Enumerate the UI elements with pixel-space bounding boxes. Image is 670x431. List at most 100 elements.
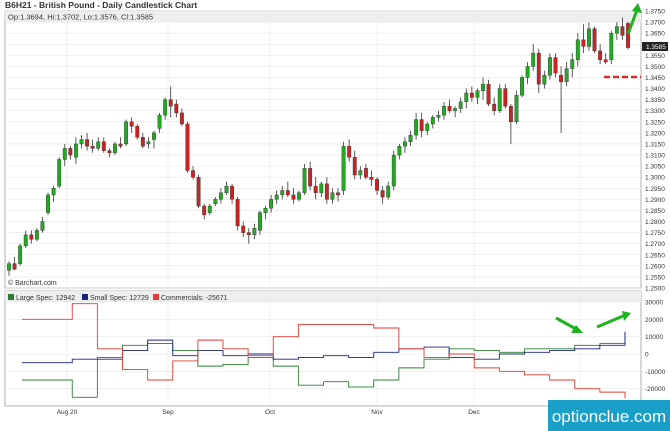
price-tick-label: 1.2900	[645, 197, 665, 204]
price-tick-label: 1.2700	[645, 241, 665, 248]
chart-root: 1.37501.37001.36501.36001.35501.35001.34…	[0, 0, 670, 431]
candle-body	[336, 192, 340, 196]
price-tick-label: 1.2550	[645, 274, 665, 281]
chart-title: B6H21 - British Pound - Daily Candlestic…	[5, 0, 197, 10]
candle-body	[18, 245, 23, 264]
candle-body	[575, 39, 580, 60]
price-tick-label: 1.3250	[645, 119, 665, 126]
ohlc-label: Op:1.3694, Hi:1.3702, Lo:1.3576, Cl:1.35…	[8, 13, 153, 22]
candle-body	[163, 99, 168, 116]
candle-body	[34, 230, 39, 240]
candle-body	[46, 194, 50, 213]
candle-body	[62, 148, 67, 160]
price-tick-label: 1.2750	[645, 230, 665, 237]
candle-body	[29, 234, 34, 240]
candle-body	[391, 154, 396, 187]
price-tick-label: 1.3700	[645, 20, 665, 27]
candle-body	[241, 225, 246, 233]
candle-body	[447, 106, 452, 111]
candle-body	[269, 199, 274, 209]
candle-body	[79, 139, 84, 145]
price-tick-label: 1.3400	[645, 86, 665, 93]
legend-swatch-small-spec	[82, 294, 88, 300]
price-tick-label: 1.3150	[645, 141, 665, 148]
candle-body	[492, 103, 497, 111]
candle-body	[486, 83, 491, 105]
candle-body	[85, 139, 90, 147]
candle	[520, 75, 524, 98]
chart-svg: 1.37501.37001.36501.36001.35501.35001.34…	[0, 0, 670, 431]
candle	[592, 26, 597, 54]
price-panel	[4, 10, 642, 289]
candle-body	[280, 190, 285, 196]
candle-body	[425, 123, 430, 131]
candle-body	[536, 52, 541, 85]
candle-body	[581, 39, 586, 47]
legend-swatch-commercials	[153, 294, 159, 300]
cot-tick-label: 30000	[645, 300, 663, 307]
candle-body	[481, 83, 485, 91]
price-tick-label: 1.3200	[645, 130, 665, 137]
candle-body	[124, 121, 129, 145]
candle	[302, 163, 307, 195]
candle-body	[185, 123, 190, 171]
candle-body	[403, 141, 407, 147]
candle-body	[497, 88, 502, 111]
candle-body	[358, 170, 363, 176]
candle-body	[40, 221, 45, 231]
cot-tick-label: -10000	[645, 369, 666, 376]
candle-body	[258, 212, 262, 231]
candle-body	[559, 75, 564, 83]
candle-body	[614, 26, 619, 34]
price-tick-label: 1.2800	[645, 219, 665, 226]
price-tick-label: 1.3350	[645, 97, 665, 104]
legend-large-spec: Large Spec: 12942	[16, 295, 75, 302]
candle-body	[525, 66, 530, 78]
candle-body	[592, 28, 597, 52]
x-tick-label: Oct	[265, 409, 275, 416]
candle-body	[230, 185, 234, 200]
candle-body	[12, 263, 17, 270]
candle-body	[397, 145, 402, 156]
legend-small-spec: Small Spec: 12729	[90, 295, 149, 302]
candle-body	[308, 168, 313, 187]
candle-body	[442, 106, 446, 116]
candle	[235, 197, 240, 231]
candle-body	[51, 188, 56, 196]
candle-body	[419, 119, 424, 131]
candle	[391, 150, 396, 191]
candle-body	[135, 126, 140, 138]
candle-body	[609, 32, 614, 60]
candle-body	[503, 88, 508, 107]
candle-body	[514, 95, 519, 122]
candle-body	[118, 143, 123, 147]
candle-body	[458, 101, 463, 109]
candle-body	[386, 185, 391, 198]
candle-body	[302, 168, 307, 193]
price-tick-label: 1.3750	[645, 9, 665, 16]
candle-body	[196, 176, 201, 207]
candle-body	[57, 159, 62, 187]
candle-body	[508, 106, 513, 123]
price-tick-label: 1.3300	[645, 108, 665, 115]
candle	[57, 157, 62, 189]
candle	[497, 84, 502, 113]
last-price-label: 1.3585	[646, 44, 666, 51]
x-tick-label: Sep	[162, 409, 174, 416]
candle-body	[73, 143, 78, 158]
candle-body	[380, 190, 385, 198]
candle-body	[129, 121, 134, 127]
candle	[609, 30, 614, 65]
candle-body	[96, 141, 101, 149]
candle	[626, 21, 630, 50]
candle-body	[152, 132, 156, 140]
candle	[18, 243, 23, 266]
candle	[124, 119, 129, 147]
candle-body	[375, 179, 379, 191]
candle-body	[107, 150, 112, 154]
price-tick-label: 1.2500	[645, 286, 665, 293]
candle	[46, 192, 50, 215]
candle-body	[313, 185, 318, 193]
candle	[185, 121, 190, 173]
legend-swatch-large-spec	[8, 294, 14, 300]
